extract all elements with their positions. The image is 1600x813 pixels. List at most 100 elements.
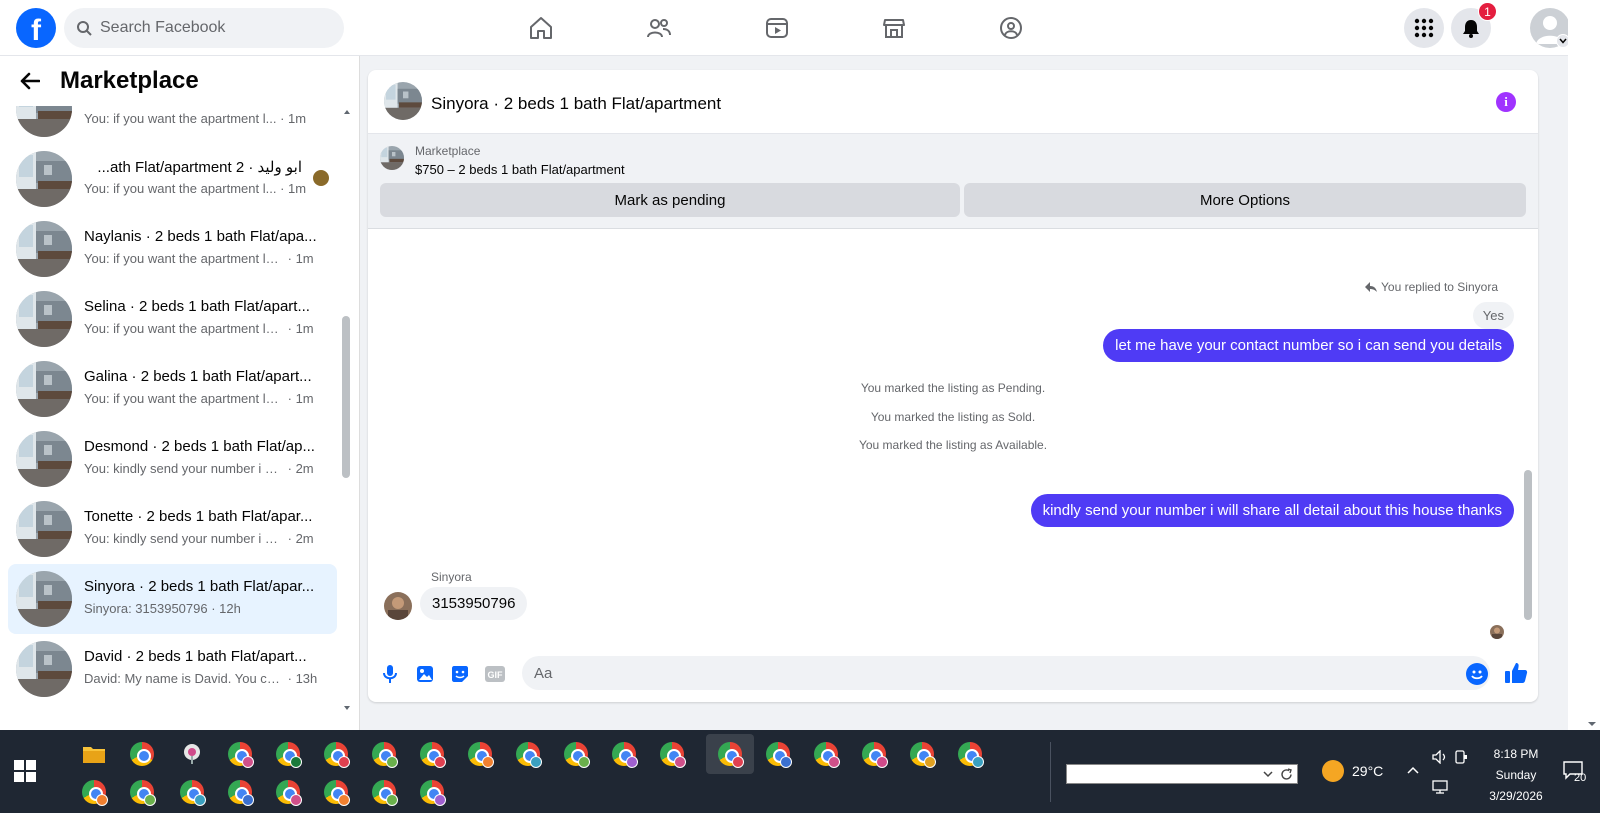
chrome-profile-icon[interactable] (320, 738, 352, 770)
conversation-snippet: You: if you want the apartment let ... (84, 391, 284, 406)
message-thread: You replied to Sinyora Yes let me have y… (368, 230, 1538, 648)
conversation-item[interactable]: Selina · 2 beds 1 bath Flat/apart... You… (8, 284, 337, 354)
sidebar-scroll-thumb[interactable] (342, 316, 350, 478)
conversation-item[interactable]: Galina · 2 beds 1 bath Flat/apart... You… (8, 354, 337, 424)
notification-count-badge: 1 (1478, 2, 1497, 21)
show-hidden-icons-chevron-icon[interactable] (1406, 762, 1420, 778)
chrome-profile-icon[interactable] (78, 776, 110, 808)
conversation-snippet: You: kindly send your number i will... (84, 531, 284, 546)
outgoing-message[interactable]: kindly send your number i will share all… (1030, 494, 1514, 527)
chrome-profile-icon[interactable] (320, 776, 352, 808)
chrome-profile-icon[interactable] (858, 738, 890, 770)
microphone-icon[interactable] (379, 663, 401, 685)
chrome-profile-icon[interactable] (656, 738, 688, 770)
emoji-icon[interactable] (1466, 663, 1488, 685)
reply-indicator: You replied to Sinyora (1365, 280, 1498, 294)
network-icon[interactable] (1432, 780, 1448, 797)
notification-center-icon[interactable]: 20 (1562, 760, 1586, 784)
chat-title[interactable]: Sinyora · 2 beds 1 bath Flat/apartment (431, 94, 721, 114)
chrome-profile-icon[interactable] (954, 738, 986, 770)
home-icon[interactable] (525, 12, 557, 44)
facebook-logo[interactable]: f (16, 8, 56, 48)
svg-text:GIF: GIF (488, 670, 504, 680)
message-scroll-thumb[interactable] (1524, 470, 1532, 620)
sender-avatar[interactable] (384, 592, 412, 620)
thumbs-up-icon[interactable] (1504, 661, 1530, 687)
chrome-profile-icon[interactable] (272, 738, 304, 770)
sticker-icon[interactable] (449, 663, 471, 685)
chrome-profile-icon[interactable] (608, 738, 640, 770)
chrome-profile-icon[interactable] (560, 738, 592, 770)
photo-icon[interactable] (414, 663, 436, 685)
quoted-message[interactable]: Yes (1472, 302, 1514, 329)
weather-widget[interactable]: 29°C (1322, 760, 1383, 782)
taskbar-clock[interactable]: 8:18 PM Sunday 3/29/2026 (1476, 744, 1556, 807)
page-scrollbar[interactable] (1568, 0, 1600, 730)
chrome-profile-icon[interactable] (272, 776, 304, 808)
windows-start-icon[interactable] (14, 760, 36, 782)
outgoing-message[interactable]: let me have your contact number so i can… (1103, 329, 1514, 362)
reply-arrow-icon (1365, 282, 1378, 292)
listing-description[interactable]: $750 – 2 beds 1 bath Flat/apartment (415, 162, 625, 177)
file-explorer-icon[interactable] (78, 738, 110, 770)
volume-icon[interactable] (1432, 749, 1448, 767)
conversation-item[interactable]: David · 2 beds 1 bath Flat/apart... Davi… (8, 634, 337, 704)
top-navigation-bar: f 1 (0, 0, 1570, 56)
search-icon (77, 21, 92, 36)
info-icon[interactable]: i (1496, 92, 1516, 112)
chrome-profile-icon[interactable] (810, 738, 842, 770)
chrome-profile-icon[interactable] (416, 738, 448, 770)
chrome-profile-icon[interactable] (224, 738, 256, 770)
conversation-title: Tonette · 2 beds 1 bath Flat/apar... (84, 508, 313, 525)
watch-icon[interactable] (761, 12, 793, 44)
listing-thumbnail (16, 361, 72, 417)
conversation-time: 1m (288, 111, 307, 126)
chrome-profile-icon[interactable] (512, 738, 544, 770)
chrome-profile-icon[interactable] (464, 738, 496, 770)
conversation-item[interactable]: ابو وليد · 2 ath Flat/apartment... You: … (8, 144, 337, 214)
search-input[interactable] (100, 19, 320, 37)
conversation-item-active[interactable]: Sinyora · 2 beds 1 bath Flat/apar... Sin… (8, 564, 337, 634)
conversation-item[interactable]: Tonette · 2 beds 1 bath Flat/apar... You… (8, 494, 337, 564)
chrome-profile-icon[interactable] (224, 776, 256, 808)
menu-grid-button[interactable] (1404, 8, 1444, 48)
more-options-button[interactable]: More Options (964, 183, 1526, 217)
listing-thumbnail (16, 151, 72, 207)
incoming-message[interactable]: 3153950796 (420, 587, 528, 620)
conversation-title: Naylanis · 2 beds 1 bath Flat/apa... (84, 228, 317, 245)
chrome-profile-icon[interactable] (126, 776, 158, 808)
conversation-snippet: You: if you want the apartment l... (84, 181, 277, 196)
message-input[interactable] (522, 656, 1490, 690)
listing-thumbnail-small[interactable] (380, 146, 404, 170)
conversation-title: Sinyora · 2 beds 1 bath Flat/apar... (84, 578, 315, 595)
app-icon[interactable] (176, 738, 208, 770)
mark-as-pending-button[interactable]: Mark as pending (380, 183, 960, 217)
chrome-profile-icon[interactable] (416, 776, 448, 808)
weather-sun-icon (1322, 760, 1344, 782)
taskbar-address-box[interactable] (1066, 764, 1298, 784)
conversation-snippet: You: if you want the apartment l... (84, 111, 277, 126)
search-box[interactable] (64, 8, 344, 48)
gif-icon[interactable]: GIF (484, 663, 506, 685)
chrome-icon[interactable] (126, 738, 158, 770)
device-icon[interactable] (1454, 750, 1468, 767)
conversation-item[interactable]: Naylanis · 2 beds 1 bath Flat/apa... You… (8, 214, 337, 284)
friends-icon[interactable] (643, 12, 675, 44)
back-arrow-icon[interactable] (20, 72, 40, 90)
groups-icon[interactable] (995, 12, 1027, 44)
message-composer: GIF (368, 650, 1538, 702)
chrome-profile-icon[interactable] (368, 738, 400, 770)
conversation-snippet: David: My name is David. You can ... (84, 671, 284, 686)
chrome-profile-icon[interactable] (368, 776, 400, 808)
chrome-profile-icon[interactable] (762, 738, 794, 770)
chrome-profile-icon[interactable] (176, 776, 208, 808)
chrome-profile-icon[interactable] (906, 738, 938, 770)
marketplace-icon[interactable] (878, 12, 910, 44)
chrome-profile-icon-active[interactable] (714, 738, 746, 770)
conversation-item[interactable]: Desmond · 2 beds 1 bath Flat/ap... You: … (8, 424, 337, 494)
notifications-button[interactable]: 1 (1451, 2, 1497, 48)
conversation-title: David · 2 beds 1 bath Flat/apart... (84, 648, 307, 665)
refresh-icon[interactable] (1280, 768, 1293, 781)
listing-thumbnail[interactable] (384, 82, 422, 120)
chevron-down-icon[interactable] (1263, 770, 1273, 778)
